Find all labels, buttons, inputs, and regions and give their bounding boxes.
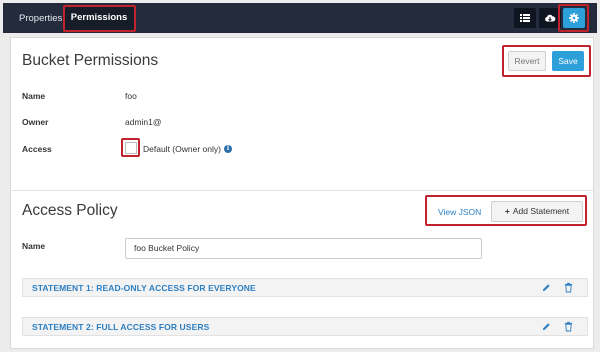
access-policy-title: Access Policy <box>22 202 118 219</box>
bucket-permissions-title: Bucket Permissions <box>22 52 159 69</box>
highlight-box-actions <box>502 45 591 77</box>
highlight-box-checkbox <box>121 138 140 157</box>
owner-label: Owner <box>22 117 49 127</box>
list-view-button[interactable] <box>514 8 536 28</box>
statement-title[interactable]: STATEMENT 1: READ-ONLY ACCESS FOR EVERYO… <box>32 283 256 293</box>
tab-properties[interactable]: Properties <box>13 7 68 31</box>
cloud-icon <box>545 14 556 22</box>
owner-value: admin1@ <box>125 117 162 127</box>
access-value: Default (Owner only) <box>143 144 221 154</box>
policy-name-input[interactable]: foo Bucket Policy <box>125 238 482 259</box>
policy-name-label: Name <box>22 241 46 251</box>
statement-title[interactable]: STATEMENT 2: FULL ACCESS FOR USERS <box>32 322 209 332</box>
statement-row[interactable]: STATEMENT 1: READ-ONLY ACCESS FOR EVERYO… <box>22 278 588 297</box>
section-divider <box>11 190 593 191</box>
list-icon <box>520 14 530 22</box>
bucket-name-label: Name <box>22 91 46 101</box>
highlight-box-settings <box>558 4 589 32</box>
statement-row[interactable]: STATEMENT 2: FULL ACCESS FOR USERS <box>22 317 588 336</box>
trash-icon[interactable] <box>564 282 573 293</box>
pencil-icon[interactable] <box>542 322 551 331</box>
permissions-panel: Bucket Permissions Revert Save Name foo … <box>10 37 594 349</box>
highlight-box-tab <box>63 5 136 32</box>
trash-icon[interactable] <box>564 321 573 332</box>
bucket-name-value: foo <box>125 91 137 101</box>
info-icon[interactable]: i <box>224 145 232 153</box>
pencil-icon[interactable] <box>542 283 551 292</box>
access-label: Access <box>22 144 52 154</box>
highlight-box-policy-actions <box>425 195 587 226</box>
top-nav-bar: Properties Permissions <box>3 3 597 33</box>
